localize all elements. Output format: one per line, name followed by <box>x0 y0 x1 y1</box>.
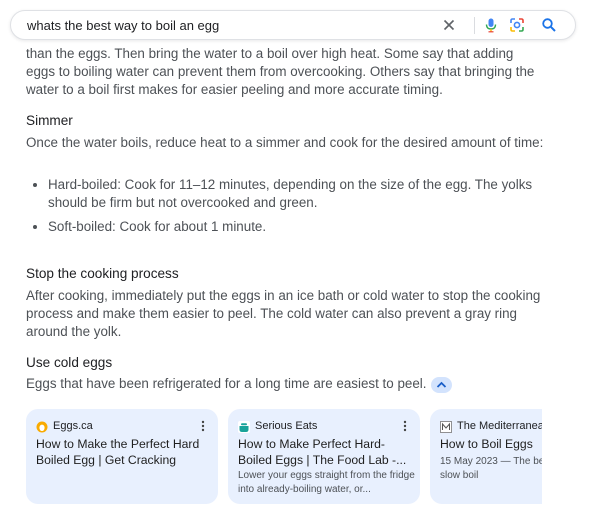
list-item: Soft-boiled: Cook for about 1 minute. <box>33 218 538 236</box>
lens-icon[interactable] <box>509 17 525 33</box>
source-card[interactable]: Serious Eats How to Make Perfect Hard-Bo… <box>228 409 420 504</box>
source-site: Serious Eats <box>255 420 318 432</box>
intro-line: water to a boil first makes for easier p… <box>26 82 443 97</box>
source-site: The Mediterranean <box>457 420 542 432</box>
simmer-text: Once the water boils, reduce heat to a s… <box>26 135 544 150</box>
search-divider <box>474 17 475 34</box>
search-icon[interactable] <box>541 17 557 33</box>
source-title[interactable]: How to Boil Eggs <box>440 436 542 452</box>
mic-icon[interactable] <box>483 17 499 33</box>
collapse-button[interactable] <box>431 377 452 393</box>
stop-text: After cooking, immediately put the eggs … <box>26 288 541 339</box>
intro-line: eggs to boiling water can prevent them f… <box>26 64 535 79</box>
more-vert-icon[interactable] <box>402 419 408 432</box>
close-icon[interactable] <box>441 17 457 33</box>
serious-eats-logo-icon <box>238 420 250 433</box>
list-item: Hard-boiled: Cook for 11–12 minutes, dep… <box>33 176 538 212</box>
source-snippet: Lower your eggs straight from the fridge… <box>238 470 415 495</box>
simmer-heading: Simmer <box>26 113 73 128</box>
cold-heading: Use cold eggs <box>26 355 113 370</box>
eggs-ca-logo-icon <box>36 420 48 433</box>
stop-heading: Stop the cooking process <box>26 266 179 281</box>
source-card[interactable]: Eggs.ca How to Make the Perfect Hard Boi… <box>26 409 218 504</box>
search-bar[interactable]: whats the best way to boil an egg <box>10 10 576 40</box>
more-vert-icon[interactable] <box>200 419 206 432</box>
chevron-up-icon <box>436 381 447 388</box>
intro-line: than the eggs. Then bring the water to a… <box>26 46 514 61</box>
cold-text: Eggs that have been refrigerated for a l… <box>26 376 427 391</box>
mediterranean-logo-icon <box>440 420 452 433</box>
search-input[interactable]: whats the best way to boil an egg <box>27 18 219 33</box>
source-title[interactable]: How to Make Perfect Hard-Boiled Eggs | T… <box>238 436 413 468</box>
source-card[interactable]: The Mediterranean How to Boil Eggs 15 Ma… <box>430 409 542 504</box>
source-title[interactable]: How to Make the Perfect Hard Boiled Egg … <box>36 436 211 468</box>
source-site: Eggs.ca <box>53 420 93 432</box>
source-snippet: 15 May 2023 — The best eggs is with a sl… <box>440 456 542 481</box>
